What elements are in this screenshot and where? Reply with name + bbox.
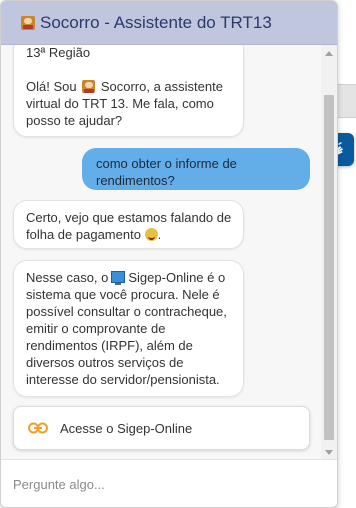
computer-icon [111, 271, 126, 285]
scroll-down-arrow-icon[interactable] [325, 450, 333, 455]
message-line: Olá! Sou Socorro, a assistente [26, 79, 223, 94]
bot-message: Nesse caso, o Sigep-Online é o sistema qu… [13, 260, 244, 397]
input-area [1, 459, 337, 507]
message-line: posso te ajudar? [26, 113, 123, 128]
message-input[interactable] [11, 470, 315, 498]
message-line: diversos outros serviços de [26, 355, 184, 370]
link-icon [28, 422, 48, 434]
bot-message: Certo, vejo que estamos falando de folha… [13, 200, 244, 249]
message-line: como obter o informe de [96, 156, 237, 171]
scroll-thumb[interactable] [324, 95, 334, 440]
message-line: virtual do TRT 13. Me fala, como [26, 96, 214, 111]
message-line: sistema que você procura. Nele é [26, 287, 220, 302]
scrollbar[interactable] [321, 45, 337, 459]
message-line: Nesse caso, o Sigep-Online é o [26, 270, 226, 285]
message-line: Certo, vejo que estamos falando de [26, 210, 232, 225]
bot-message: 13ª Região Olá! Sou Socorro, a assistent… [13, 45, 244, 137]
message-line: rendimentos? [96, 173, 175, 188]
chat-header: Socorro - Assistente do TRT13 [1, 1, 337, 45]
link-label: Acesse o Sigep-Online [60, 420, 193, 436]
message-line: 13ª Região [26, 45, 91, 60]
message-spacer [26, 61, 231, 78]
money-face-icon [144, 228, 158, 241]
message-list: 13ª Região Olá! Sou Socorro, a assistent… [1, 45, 321, 459]
sigep-online-link[interactable]: Acesse o Sigep-Online [13, 406, 310, 450]
message-line: emitir o comprovante de [26, 321, 166, 336]
robot-avatar-icon [82, 80, 96, 93]
background-toolbar [336, 84, 356, 118]
chat-window: Socorro - Assistente do TRT13 13ª Região… [0, 0, 338, 508]
message-line: possível consultar o contracheque, [26, 304, 227, 319]
message-line: folha de pagamento . [26, 227, 162, 242]
robot-avatar-icon [21, 15, 35, 30]
message-line: interesse do servidor/pensionista. [26, 372, 220, 387]
chat-title: Socorro - Assistente do TRT13 [40, 12, 272, 32]
message-line: rendimentos (IRPF), além de [26, 338, 193, 353]
scroll-up-arrow-icon[interactable] [325, 51, 333, 56]
user-message: como obter o informe de rendimentos? [82, 148, 310, 190]
